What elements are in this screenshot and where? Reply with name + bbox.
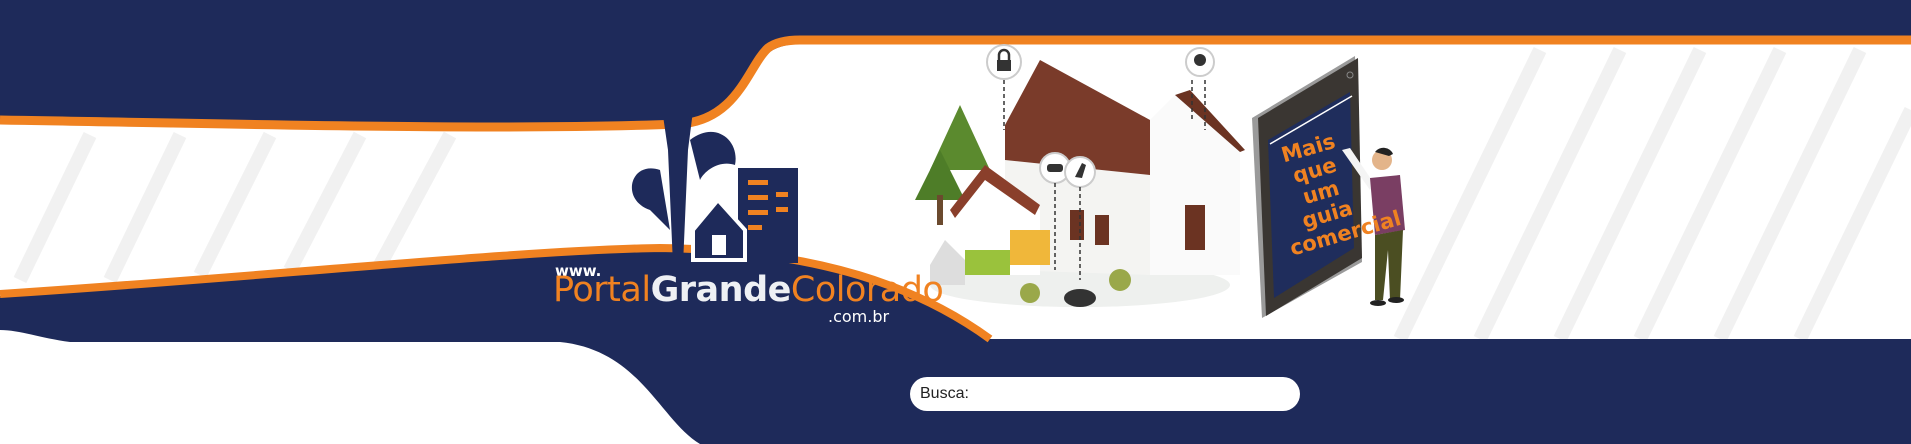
search-box[interactable]: Busca: (910, 377, 1300, 411)
lightbulb-icon (1194, 54, 1206, 66)
car-icon (1047, 164, 1063, 172)
search-input[interactable] (972, 379, 1300, 409)
logo-word-colorado: Colorado (790, 270, 944, 310)
logo-suffix: .com.br (828, 307, 890, 326)
header-banner: www. PortalGrandeColorado .com.br Mais q… (0, 0, 1911, 444)
logo-word-portal: Portal (553, 270, 651, 310)
site-logo[interactable]: PortalGrandeColorado (553, 270, 944, 310)
search-label: Busca: (920, 385, 969, 402)
logo-word-grande: Grande (650, 270, 792, 310)
